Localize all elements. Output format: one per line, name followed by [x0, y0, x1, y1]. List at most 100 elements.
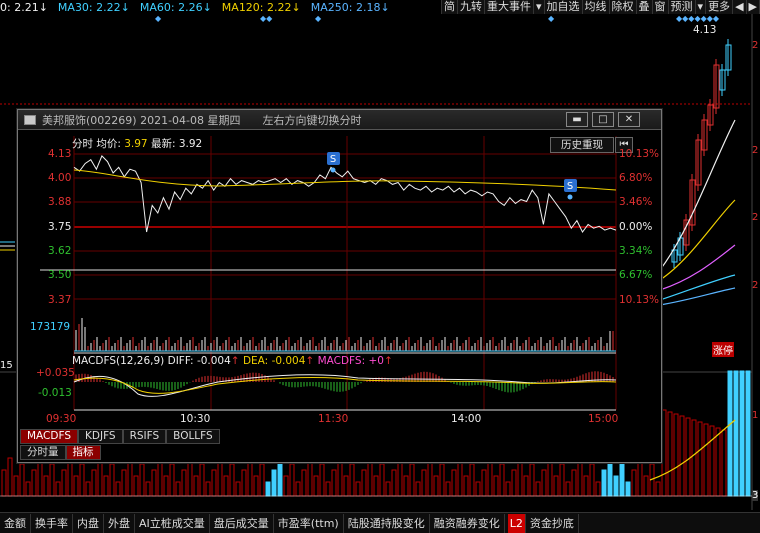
time-label: 10:30 [180, 413, 211, 425]
volume-bar [517, 457, 523, 497]
volume-bar [445, 481, 451, 497]
volume-bar [733, 370, 739, 497]
volume-bar [145, 481, 151, 497]
ma-line [659, 199, 736, 281]
volume-bar [133, 475, 139, 497]
volume-bar [721, 429, 727, 497]
volume-bar [229, 463, 235, 497]
volume-bar [343, 475, 349, 497]
volume-bar [463, 475, 469, 497]
time-label: 14:00 [451, 413, 482, 425]
volume-bar [547, 457, 553, 497]
intraday-window[interactable]: 美邦服饰(002269) 2021-04-08 星期四 左右方向键切换分时 ▬ … [17, 109, 662, 463]
volume-bar [79, 463, 85, 497]
volume-bar [313, 475, 319, 497]
mode-tab[interactable]: 指标 [65, 445, 101, 460]
sell-marker: S [327, 152, 340, 173]
mode-tab[interactable]: 分时量 [20, 445, 66, 460]
bottom-tab[interactable]: 陆股通持股变化 [344, 513, 430, 533]
volume-bar [601, 469, 607, 497]
bottom-tab[interactable]: 盘后成交量 [210, 513, 274, 533]
volume-bar [607, 457, 613, 497]
volume-bar [91, 469, 97, 497]
time-label: 15:00 [588, 413, 619, 425]
bottom-tab[interactable]: 换手率 [31, 513, 73, 533]
bottom-tab[interactable]: 内盘 [73, 513, 104, 533]
volume-bar [499, 463, 505, 497]
volume-bar [55, 481, 61, 497]
bottom-tab[interactable]: 市盈率(ttm) [274, 513, 344, 533]
volume-bar [121, 469, 127, 497]
volume-axis-label: 3 [752, 490, 759, 501]
bottom-tab[interactable]: 融资融券变化 [430, 513, 505, 533]
volume-bar [379, 463, 385, 497]
volume-bar [289, 463, 295, 497]
volume-bar [619, 463, 625, 497]
volume-bar [301, 469, 307, 497]
dea-line [73, 376, 617, 394]
volume-bar [385, 481, 391, 497]
volume-bar [325, 481, 331, 497]
volume-bar [457, 457, 463, 497]
volume-bar [271, 469, 277, 497]
indicator-tab[interactable]: KDJFS [78, 429, 123, 444]
right-axis-label: 2 [752, 145, 759, 156]
indicator-tab[interactable]: RSIFS [122, 429, 167, 444]
dea-value: -0.004 [271, 355, 306, 367]
bottom-tab[interactable]: AI立桩成交量 [135, 513, 210, 533]
volume-bar [319, 463, 325, 497]
volume-bar [709, 425, 715, 497]
volume-bar [595, 481, 601, 497]
ma-line [659, 244, 736, 291]
volume-bar [19, 463, 25, 497]
bottom-tab[interactable]: 资金抄底 [526, 513, 579, 533]
volume-bar [421, 469, 427, 497]
volume-bar [49, 463, 55, 497]
volume-bar [625, 481, 631, 497]
volume-bar [169, 463, 175, 497]
bottom-tab[interactable]: 金额 [0, 513, 31, 533]
volume-bar [235, 481, 241, 497]
history-replay-button[interactable]: 历史重现 [550, 137, 614, 153]
volume-bar [571, 469, 577, 497]
volume-bar [439, 463, 445, 497]
indicator-tab[interactable]: MACDFS [20, 429, 78, 444]
pct-label-right: 6.67% [619, 269, 653, 281]
dea-label: DEA: [242, 355, 269, 367]
volume-bar [349, 463, 355, 497]
volume-bar [265, 481, 271, 497]
volume-bar [277, 457, 283, 497]
volume-bar [655, 481, 661, 497]
volume-bar [691, 419, 697, 497]
price-info: 分时 均价: 3.97 最新: 3.92 [72, 136, 202, 151]
pct-label-right: 10.13% [619, 294, 660, 306]
volume-bar [139, 463, 145, 497]
volume-bar [403, 475, 409, 497]
volume-bar [223, 475, 229, 497]
time-label: 11:30 [318, 413, 349, 425]
volume-bar [481, 469, 487, 497]
volume-bar [127, 457, 133, 497]
volume-bar [331, 469, 337, 497]
time-label: 09:30 [46, 413, 77, 425]
volume-bar [247, 457, 253, 497]
volume-bar [67, 457, 73, 497]
sell-marker-text: S [567, 181, 573, 192]
indicator-tabs: MACDFS KDJFS RSIFS BOLLFS [20, 429, 220, 444]
bottom-tab[interactable]: 外盘 [104, 513, 135, 533]
volume-bar [187, 457, 193, 497]
pct-label-right: 0.00% [619, 221, 653, 233]
price-label-left: 3.88 [48, 196, 72, 208]
volume-bar [205, 481, 211, 497]
volume-bar [7, 457, 13, 497]
volume-bar [427, 457, 433, 497]
volume-bar [493, 475, 499, 497]
volume-bar [109, 463, 115, 497]
volume-bar [337, 457, 343, 497]
pct-label-right: 3.46% [619, 196, 653, 208]
volume-bar [259, 463, 265, 497]
volume-bar [211, 469, 217, 497]
volume-bar [643, 475, 649, 497]
indicator-tab[interactable]: BOLLFS [166, 429, 220, 444]
volume-bar [697, 421, 703, 497]
